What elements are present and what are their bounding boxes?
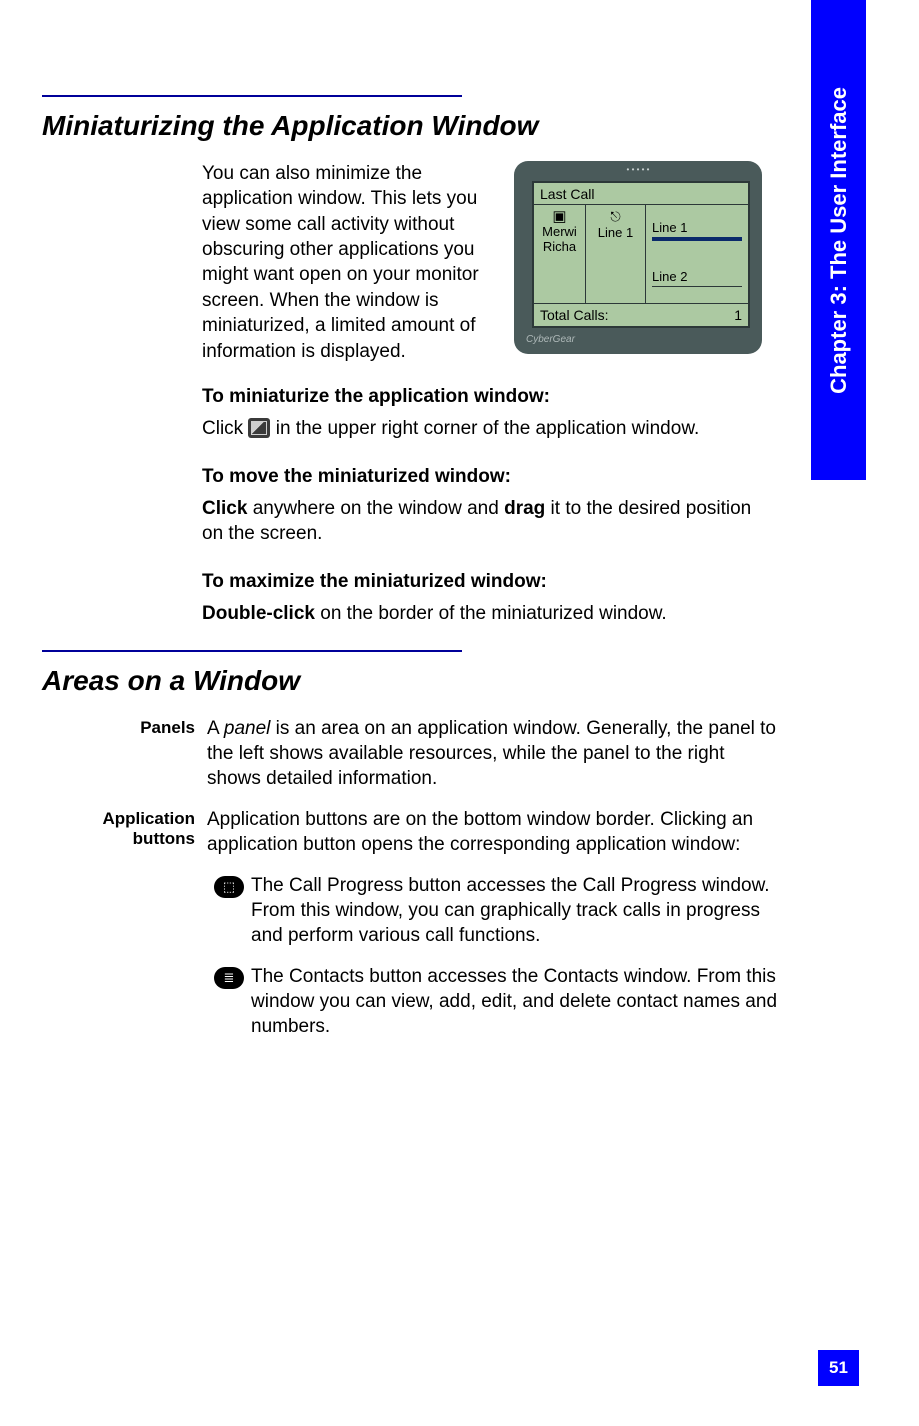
line2-label: Line 2	[652, 269, 687, 284]
step-head-move: To move the miniaturized window:	[202, 466, 762, 488]
page-content: Miniaturizing the Application Window • •…	[42, 95, 782, 1055]
device-screen: Last Call ▣ Merwi Richa ⎋ Line 1	[532, 181, 750, 328]
step-head-maximize: To maximize the miniaturized window:	[202, 571, 762, 593]
text-fragment: Contacts	[289, 966, 364, 987]
call-progress-icon: ⬚	[214, 876, 244, 898]
text-fragment: A	[207, 718, 224, 739]
line1-label: Line 1	[652, 220, 687, 235]
minimize-icon	[248, 418, 270, 438]
line-split-icon: ⎋	[610, 209, 620, 225]
contacts-description: The Contacts button accesses the Contact…	[251, 964, 782, 1039]
definition-text-panels: A panel is an area on an application win…	[207, 716, 782, 791]
section-heading-miniaturizing: Miniaturizing the Application Window	[42, 109, 782, 143]
page-number: 51	[818, 1350, 859, 1386]
call-progress-description: The Call Progress button accesses the Ca…	[251, 873, 782, 948]
device-brand: CyberGear	[526, 334, 575, 345]
step-body-maximize: Double-click on the border of the miniat…	[202, 601, 762, 626]
text-fragment: drag	[504, 498, 545, 519]
text-fragment: The	[251, 875, 289, 896]
contact-icon: ▣	[552, 209, 566, 224]
chapter-title: Chapter 3: The User Interface	[826, 87, 852, 394]
section-rule	[42, 95, 462, 97]
line1-bar	[652, 237, 742, 241]
text-fragment: Call Progress	[289, 875, 403, 896]
text-fragment: is an area on an application window. Gen…	[207, 718, 776, 789]
text-fragment: Click	[202, 498, 247, 519]
total-calls-label: Total Calls:	[540, 307, 608, 323]
definition-label-appbuttons: Application buttons	[42, 807, 207, 857]
page-number-value: 51	[829, 1358, 848, 1378]
text-fragment: in the upper right corner of the applica…	[270, 418, 699, 439]
device-bezel-label: • • • • •	[514, 165, 762, 174]
step-head-miniaturize: To miniaturize the application window:	[202, 386, 762, 408]
section-rule	[42, 650, 462, 652]
caller-name-1: Merwi	[542, 224, 577, 239]
contacts-icon: ≣	[214, 967, 244, 989]
definition-label-panels: Panels	[42, 716, 207, 791]
miniaturized-window-figure: • • • • • Last Call ▣ Merwi Richa ⎋ Line…	[514, 161, 762, 354]
line-mid-label: Line 1	[598, 225, 633, 240]
text-fragment: on the border of the miniaturized window…	[315, 603, 667, 624]
text-fragment: The	[251, 966, 289, 987]
chapter-side-tab: Chapter 3: The User Interface	[811, 0, 866, 480]
step-body-move: Click anywhere on the window and drag it…	[202, 496, 762, 547]
last-call-label: Last Call	[534, 183, 748, 204]
text-fragment: anywhere on the window and	[247, 498, 504, 519]
text-fragment: Double-click	[202, 603, 315, 624]
text-fragment: Click	[202, 418, 248, 439]
section-heading-areas: Areas on a Window	[42, 664, 782, 698]
total-calls-value: 1	[734, 307, 742, 323]
definition-text-appbuttons: Application buttons are on the bottom wi…	[207, 807, 782, 857]
line2-bar	[652, 286, 742, 287]
text-fragment: panel	[224, 718, 271, 739]
step-body-miniaturize: Click in the upper right corner of the a…	[202, 416, 762, 441]
caller-name-2: Richa	[543, 239, 576, 254]
